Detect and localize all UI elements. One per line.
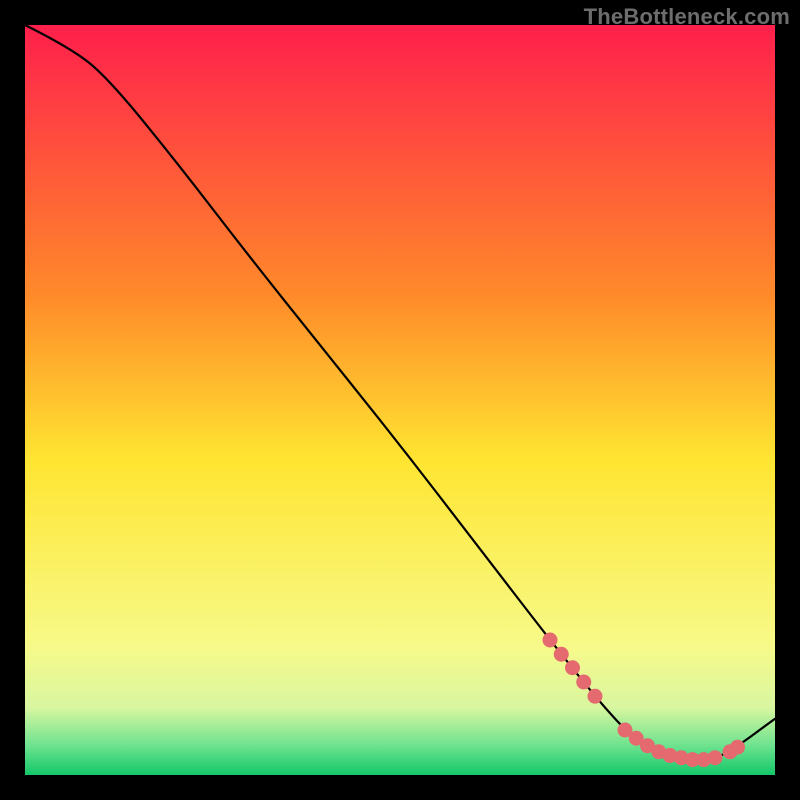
watermark-attribution: TheBottleneck.com bbox=[584, 4, 790, 30]
gradient-background bbox=[25, 25, 775, 775]
plot-area bbox=[25, 25, 775, 775]
chart-frame: TheBottleneck.com bbox=[0, 0, 800, 800]
plot-canvas bbox=[25, 25, 775, 775]
